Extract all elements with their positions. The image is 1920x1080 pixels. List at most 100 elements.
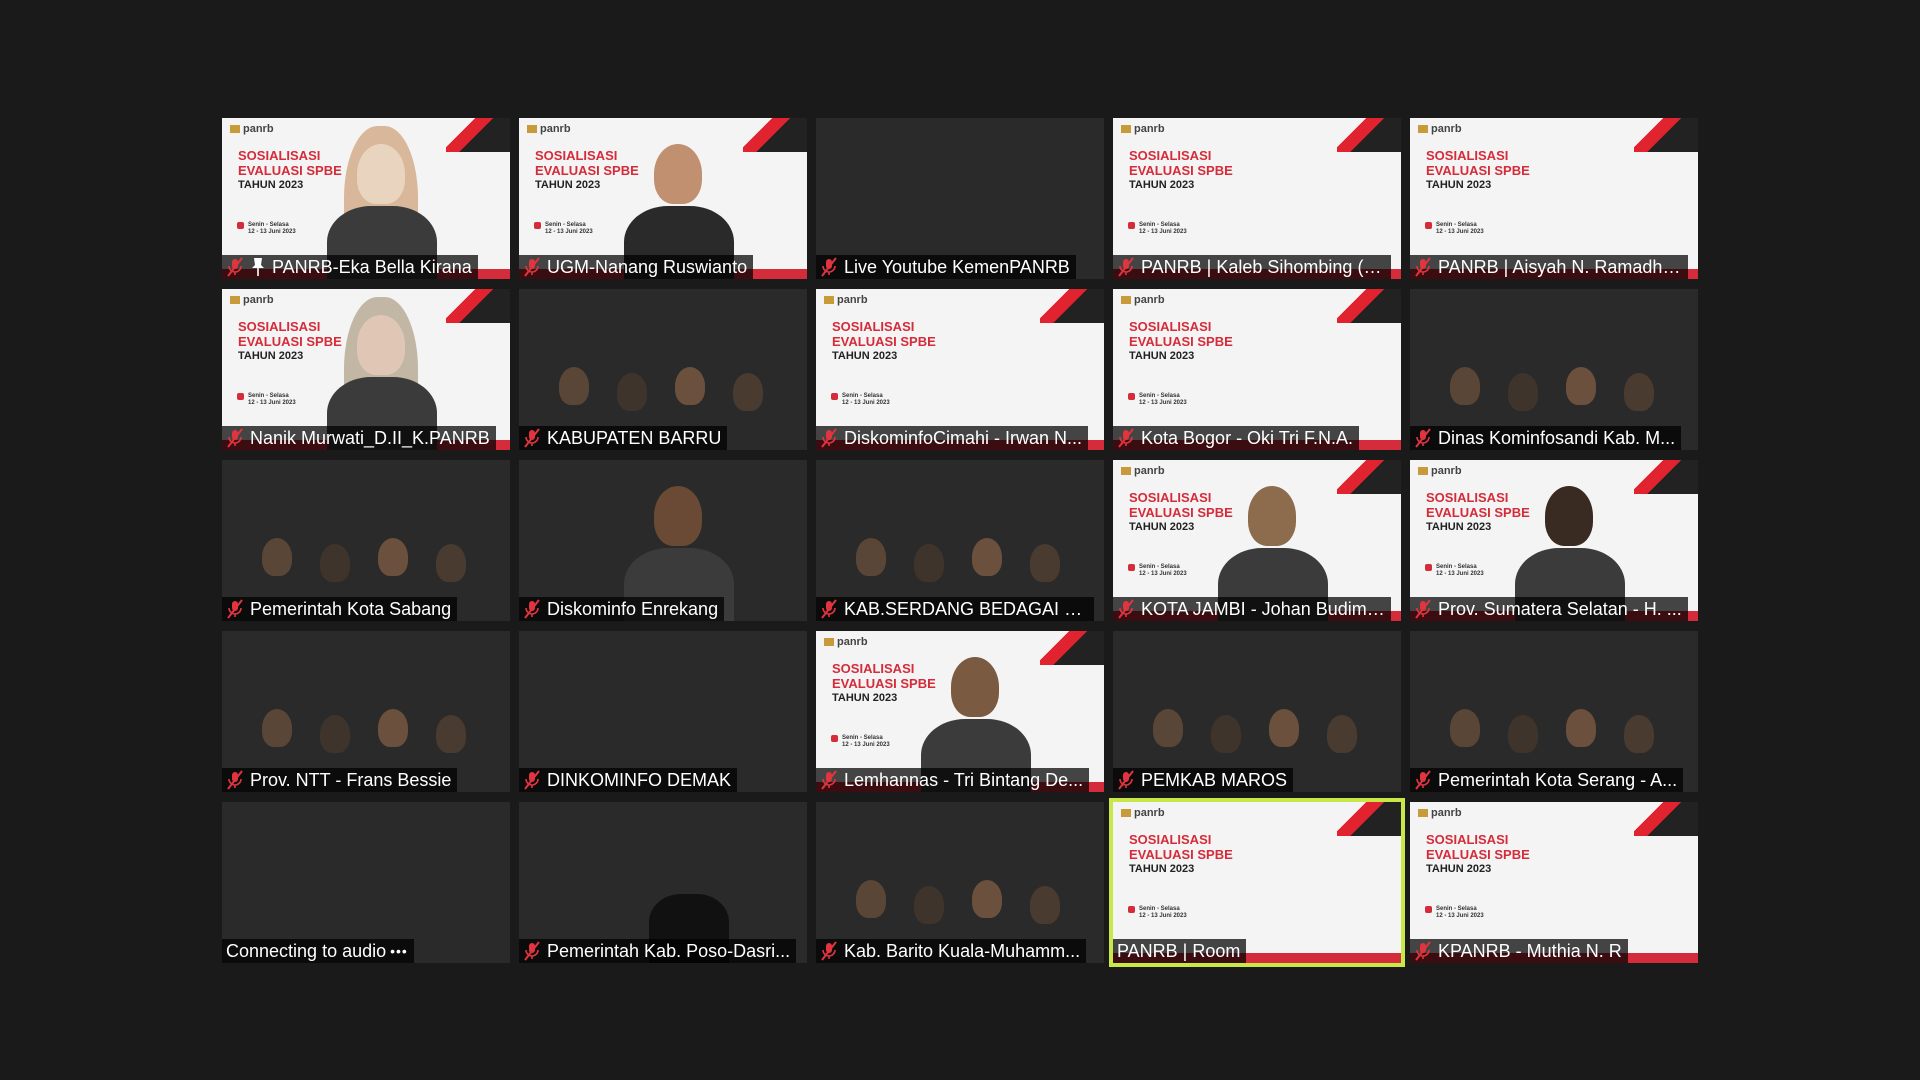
slide-title-line2: EVALUASI SPBE	[1129, 847, 1233, 862]
participant-name-bar: DINKOMINFO DEMAK	[519, 768, 738, 792]
slide-title-line2: EVALUASI SPBE	[535, 163, 639, 178]
mic-muted-icon	[523, 941, 541, 961]
participant-tile[interactable]: panrb SOSIALISASI EVALUASI SPBE TAHUN 2023 S…	[1410, 118, 1698, 279]
slide-date-days: Senin - Selasa	[1436, 564, 1477, 570]
participant-name-bar: Prov. NTT - Frans Bessie	[222, 768, 458, 792]
slide-date: Senin - Selasa 12 - 13 Juni 2023	[831, 735, 890, 749]
person-silhouette	[914, 544, 944, 582]
participant-tile[interactable]: Dinas Kominfosandi Kab. M...	[1410, 289, 1698, 450]
participant-tile[interactable]: Pemerintah Kota Serang - A...	[1410, 631, 1698, 792]
person-silhouette	[914, 886, 944, 924]
panrb-logo: panrb	[824, 636, 868, 648]
participant-tile[interactable]: panrb SOSIALISASI EVALUASI SPBE TAHUN 2023 S…	[1113, 118, 1401, 279]
participant-name-bar: PANRB | Kaleb Sihombing (S...	[1113, 255, 1391, 279]
participant-name: PEMKAB MAROS	[1141, 769, 1288, 790]
person-face	[654, 486, 702, 546]
participant-name: Diskominfo Enrekang	[547, 598, 719, 619]
slide-date-range: 12 - 13 Juni 2023	[1436, 913, 1484, 919]
participant-name-bar: Kab. Barito Kuala-Muhamm...	[816, 939, 1087, 963]
mic-muted-icon	[820, 770, 838, 790]
participant-tile[interactable]: Connecting to audio •••	[222, 802, 510, 963]
slide-title-line3: TAHUN 2023	[1129, 521, 1195, 533]
person-silhouette	[378, 709, 408, 747]
participant-tile[interactable]: KABUPATEN BARRU	[519, 289, 807, 450]
person-silhouette	[972, 538, 1002, 576]
slide-title-line2: EVALUASI SPBE	[1426, 505, 1530, 520]
person-silhouette	[1153, 709, 1183, 747]
mic-muted-icon	[226, 770, 244, 790]
participant-tile[interactable]: panrb SOSIALISASI EVALUASI SPBE TAHUN 2023 S…	[222, 289, 510, 450]
person-silhouette	[262, 538, 292, 576]
person-face	[357, 315, 405, 375]
participant-tile[interactable]: DINKOMINFO DEMAK	[519, 631, 807, 792]
participant-tile[interactable]: Diskominfo Enrekang	[519, 460, 807, 621]
participant-tile[interactable]: KAB.SERDANG BEDAGAI - IN...	[816, 460, 1104, 621]
slide-title-line1: SOSIALISASI	[1426, 148, 1509, 163]
person-silhouette	[675, 367, 705, 405]
slide-title: SOSIALISASI EVALUASI SPBE TAHUN 2023	[238, 319, 342, 364]
person-silhouette	[1269, 709, 1299, 747]
person-face	[654, 144, 702, 204]
slide-title: SOSIALISASI EVALUASI SPBE TAHUN 2023	[1129, 832, 1233, 877]
participant-tile[interactable]: panrb SOSIALISASI EVALUASI SPBE TAHUN 2023 S…	[1109, 798, 1405, 967]
participant-tile[interactable]: panrb SOSIALISASI EVALUASI SPBE TAHUN 2023 S…	[222, 118, 510, 279]
slide-title-line2: EVALUASI SPBE	[832, 334, 936, 349]
slide-date: Senin - Selasa 12 - 13 Juni 2023	[1128, 564, 1187, 578]
person-silhouette	[1030, 886, 1060, 924]
participant-tile[interactable]: Pemerintah Kab. Poso-Dasri...	[519, 802, 807, 963]
person-silhouette	[1566, 709, 1596, 747]
mic-muted-icon	[523, 599, 541, 619]
slide-title-line3: TAHUN 2023	[535, 179, 601, 191]
slide-corner-decoration	[743, 118, 807, 152]
slide-title-line2: EVALUASI SPBE	[1426, 847, 1530, 862]
participant-name-bar: Pemerintah Kota Serang - A...	[1410, 768, 1684, 792]
person-silhouette	[436, 544, 466, 582]
participant-tile[interactable]: panrb SOSIALISASI EVALUASI SPBE TAHUN 2023 S…	[1113, 289, 1401, 450]
mic-muted-icon	[226, 257, 244, 277]
slide-title-line3: TAHUN 2023	[1426, 863, 1492, 875]
slide-date-days: Senin - Selasa	[1139, 564, 1180, 570]
person-silhouette	[1327, 715, 1357, 753]
mic-muted-icon	[1414, 941, 1432, 961]
slide-title: SOSIALISASI EVALUASI SPBE TAHUN 2023	[1129, 148, 1233, 193]
participant-tile[interactable]: Pemerintah Kota Sabang	[222, 460, 510, 621]
participant-tile[interactable]: panrb SOSIALISASI EVALUASI SPBE TAHUN 2023 S…	[1410, 802, 1698, 963]
person-face	[1248, 486, 1296, 546]
slide-date-days: Senin - Selasa	[545, 222, 586, 228]
slide-corner-decoration	[1634, 460, 1698, 494]
slide-title-line3: TAHUN 2023	[238, 179, 304, 191]
person-silhouette	[559, 367, 589, 405]
person-silhouette	[617, 373, 647, 411]
participant-name-bar: PANRB-Eka Bella Kirana	[222, 255, 478, 279]
participant-tile[interactable]: Prov. NTT - Frans Bessie	[222, 631, 510, 792]
slide-date: Senin - Selasa 12 - 13 Juni 2023	[1425, 906, 1484, 920]
participant-tile[interactable]: panrb SOSIALISASI EVALUASI SPBE TAHUN 2023 S…	[519, 118, 807, 279]
slide-title-line3: TAHUN 2023	[1426, 521, 1492, 533]
participant-tile[interactable]: panrb SOSIALISASI EVALUASI SPBE TAHUN 2023 S…	[816, 631, 1104, 792]
slide-title-line1: SOSIALISASI	[1129, 832, 1212, 847]
panrb-logo: panrb	[1418, 465, 1462, 477]
participant-name-bar: KABUPATEN BARRU	[519, 426, 728, 450]
slide-date: Senin - Selasa 12 - 13 Juni 2023	[237, 222, 296, 236]
person-silhouette	[436, 715, 466, 753]
slide-date: Senin - Selasa 12 - 13 Juni 2023	[237, 393, 296, 407]
slide-title-line1: SOSIALISASI	[1129, 148, 1212, 163]
slide-corner-decoration	[446, 118, 510, 152]
participant-tile[interactable]: panrb SOSIALISASI EVALUASI SPBE TAHUN 2023 S…	[816, 289, 1104, 450]
participant-name: Dinas Kominfosandi Kab. M...	[1438, 427, 1676, 448]
slide-date-range: 12 - 13 Juni 2023	[248, 229, 296, 235]
participant-tile[interactable]: panrb SOSIALISASI EVALUASI SPBE TAHUN 2023 S…	[1410, 460, 1698, 621]
participant-tile[interactable]: panrb SOSIALISASI EVALUASI SPBE TAHUN 2023 S…	[1113, 460, 1401, 621]
participant-tile[interactable]: PEMKAB MAROS	[1113, 631, 1401, 792]
participant-name: Pemerintah Kota Sabang	[250, 598, 452, 619]
participant-name: UGM-Nanang Ruswianto	[547, 256, 748, 277]
slide-title-line3: TAHUN 2023	[238, 350, 304, 362]
slide-title: SOSIALISASI EVALUASI SPBE TAHUN 2023	[535, 148, 639, 193]
slide-corner-decoration	[1634, 802, 1698, 836]
slide-corner-decoration	[1634, 118, 1698, 152]
participant-tile[interactable]: Kab. Barito Kuala-Muhamm...	[816, 802, 1104, 963]
slide-title-line3: TAHUN 2023	[832, 692, 898, 704]
slide-title-line2: EVALUASI SPBE	[1129, 505, 1233, 520]
participant-tile[interactable]: Live Youtube KemenPANRB	[816, 118, 1104, 279]
mic-muted-icon	[1414, 770, 1432, 790]
